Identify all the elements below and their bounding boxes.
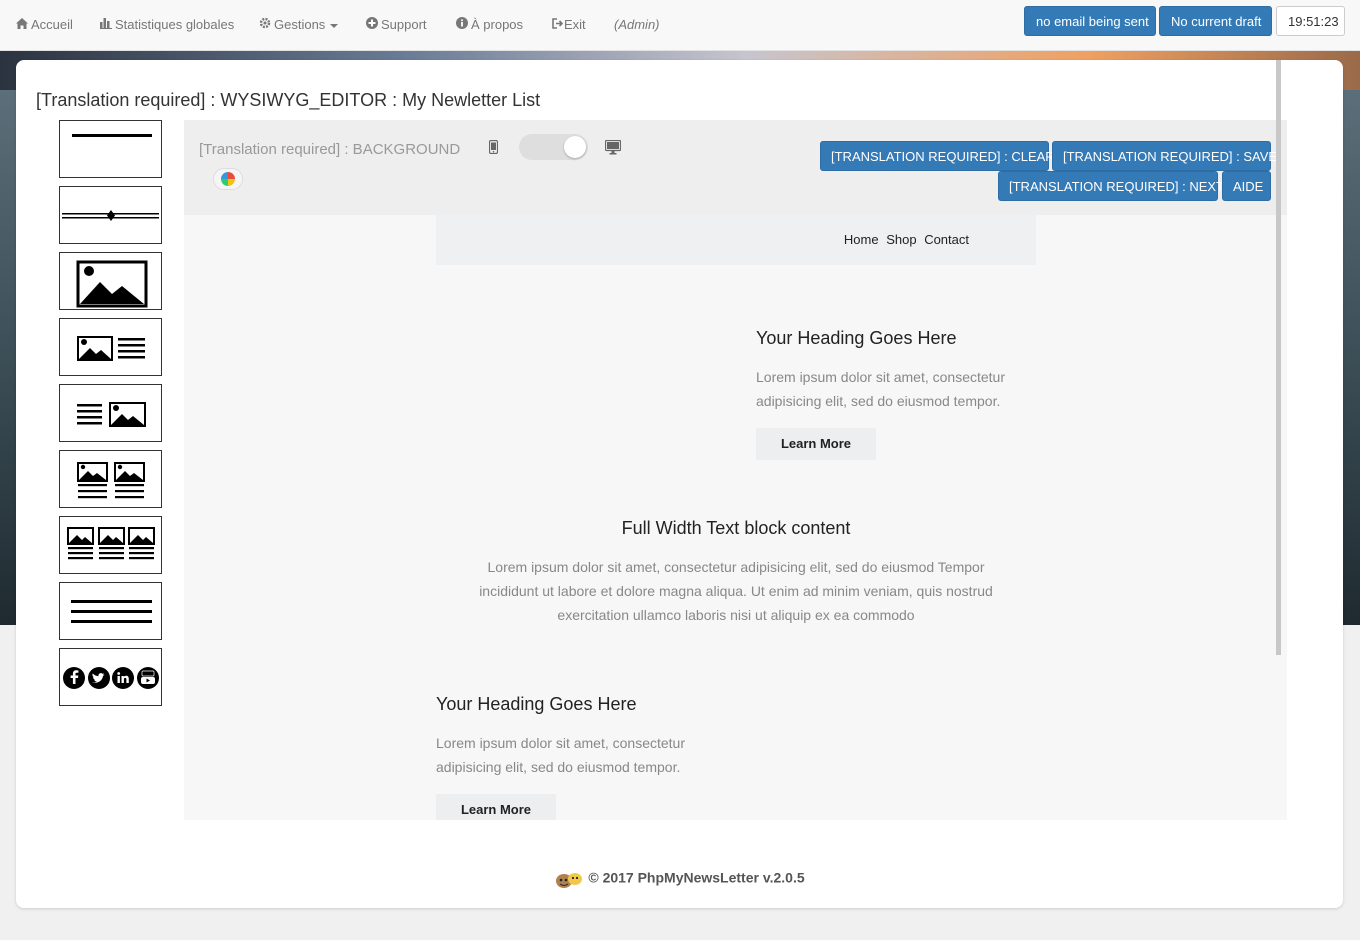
palette-divider-line[interactable] bbox=[59, 120, 162, 178]
image-full-icon bbox=[76, 260, 148, 308]
nav-exit[interactable]: Exit bbox=[552, 17, 586, 33]
draft-status-button[interactable]: No current draft bbox=[1159, 6, 1272, 36]
youtube-icon bbox=[137, 667, 159, 689]
info-circle-icon bbox=[456, 17, 468, 29]
nav-gestions-label: Gestions bbox=[274, 17, 326, 32]
nav-gestions-dropdown[interactable]: Gestions bbox=[259, 17, 339, 33]
palette-text-image-right[interactable] bbox=[59, 384, 162, 442]
email-nav-home[interactable]: Home bbox=[844, 232, 879, 247]
email-nav-bar[interactable]: Home Shop Contact bbox=[436, 215, 1036, 265]
toggle-knob bbox=[564, 136, 586, 158]
nav-a-propos-label: À propos bbox=[471, 17, 524, 32]
twitter-icon bbox=[88, 667, 110, 689]
nav-support[interactable]: Support bbox=[366, 17, 427, 33]
block1-learn-more-button[interactable]: Learn More bbox=[756, 428, 876, 460]
clear-button[interactable]: [TRANSLATION REQUIRED] : CLEAR bbox=[820, 141, 1055, 171]
desktop-icon[interactable] bbox=[605, 140, 621, 155]
image-left-text-icon bbox=[77, 336, 145, 361]
block1-heading[interactable]: Your Heading Goes Here bbox=[756, 328, 956, 349]
gear-icon bbox=[259, 17, 271, 29]
nav-accueil[interactable]: Accueil bbox=[16, 17, 73, 33]
sign-out-icon bbox=[552, 18, 564, 29]
facebook-icon bbox=[63, 667, 85, 689]
caret-down-icon bbox=[330, 23, 339, 28]
linkedin-icon bbox=[112, 667, 134, 689]
editor-scrollbar[interactable] bbox=[1276, 60, 1281, 655]
editor-toolbar: [Translation required] : BACKGROUND [TRA… bbox=[184, 120, 1287, 215]
email-status-button[interactable]: no email being sent bbox=[1024, 6, 1156, 36]
clock-display: 19:51:23 bbox=[1276, 6, 1345, 36]
block2-text[interactable]: Lorem ipsum dolor sit amet, consectetur … bbox=[466, 555, 1006, 627]
footer: © 2017 PhpMyNewsLetter v.2.0.5 bbox=[16, 869, 1343, 889]
color-wheel-icon bbox=[221, 172, 235, 186]
three-columns-icon bbox=[67, 527, 155, 560]
palette-two-columns[interactable] bbox=[59, 450, 162, 508]
background-color-picker[interactable] bbox=[213, 168, 243, 190]
wysiwyg-editor: [Translation required] : BACKGROUND [TRA… bbox=[184, 120, 1287, 820]
next-button[interactable]: [TRANSLATION REQUIRED] : NEXT bbox=[998, 171, 1224, 201]
palette-text-block[interactable] bbox=[59, 582, 162, 640]
block3-text[interactable]: Lorem ipsum dolor sit amet, consectetur … bbox=[436, 731, 706, 779]
bar-chart-icon bbox=[100, 18, 112, 29]
plus-circle-icon bbox=[366, 17, 378, 29]
nav-a-propos[interactable]: À propos bbox=[456, 17, 523, 33]
nav-exit-label: Exit bbox=[564, 17, 586, 32]
palette-image-full[interactable] bbox=[59, 252, 162, 310]
nav-statistiques[interactable]: Statistiques globales bbox=[100, 17, 234, 33]
mobile-icon[interactable] bbox=[489, 140, 498, 154]
block3-learn-more-button[interactable]: Learn More bbox=[436, 794, 556, 820]
email-nav-links: Home Shop Contact bbox=[840, 232, 969, 247]
phpmynewsletter-logo-icon bbox=[556, 873, 583, 888]
top-navbar: Accueil Statistiques globales Gestions S… bbox=[0, 0, 1360, 51]
email-nav-contact[interactable]: Contact bbox=[924, 232, 969, 247]
two-columns-icon bbox=[77, 462, 145, 499]
text-image-right-icon bbox=[77, 402, 146, 427]
email-nav-shop[interactable]: Shop bbox=[886, 232, 916, 247]
palette-image-left-text[interactable] bbox=[59, 318, 162, 376]
block3-heading[interactable]: Your Heading Goes Here bbox=[436, 694, 636, 715]
save-button[interactable]: [TRANSLATION REQUIRED] : SAVE bbox=[1052, 141, 1277, 171]
nav-accueil-label: Accueil bbox=[31, 17, 73, 32]
help-button[interactable]: AIDE bbox=[1222, 171, 1271, 201]
text-block-icon bbox=[71, 600, 152, 623]
social-icons-group bbox=[63, 667, 159, 689]
background-label: [Translation required] : BACKGROUND bbox=[199, 141, 461, 158]
palette-social-icons[interactable] bbox=[59, 648, 162, 706]
divider-diamond-icon bbox=[62, 210, 159, 221]
block2-heading[interactable]: Full Width Text block content bbox=[436, 518, 1036, 539]
palette-divider-diamond[interactable] bbox=[59, 186, 162, 244]
block1-text[interactable]: Lorem ipsum dolor sit amet, consectetur … bbox=[756, 365, 1026, 413]
nav-statistiques-label: Statistiques globales bbox=[115, 17, 235, 32]
admin-role-label: (Admin) bbox=[614, 17, 660, 32]
palette-three-columns[interactable] bbox=[59, 516, 162, 574]
preview-mode-toggle[interactable] bbox=[519, 134, 588, 160]
nav-support-label: Support bbox=[381, 17, 427, 32]
page-title: [Translation required] : WYSIWYG_EDITOR … bbox=[36, 90, 541, 110]
main-panel: [Translation required] : WYSIWYG_EDITOR … bbox=[16, 60, 1343, 908]
home-icon bbox=[16, 18, 28, 29]
divider-line-icon bbox=[72, 134, 152, 137]
footer-copyright: © 2017 PhpMyNewsLetter v.2.0.5 bbox=[588, 869, 805, 886]
